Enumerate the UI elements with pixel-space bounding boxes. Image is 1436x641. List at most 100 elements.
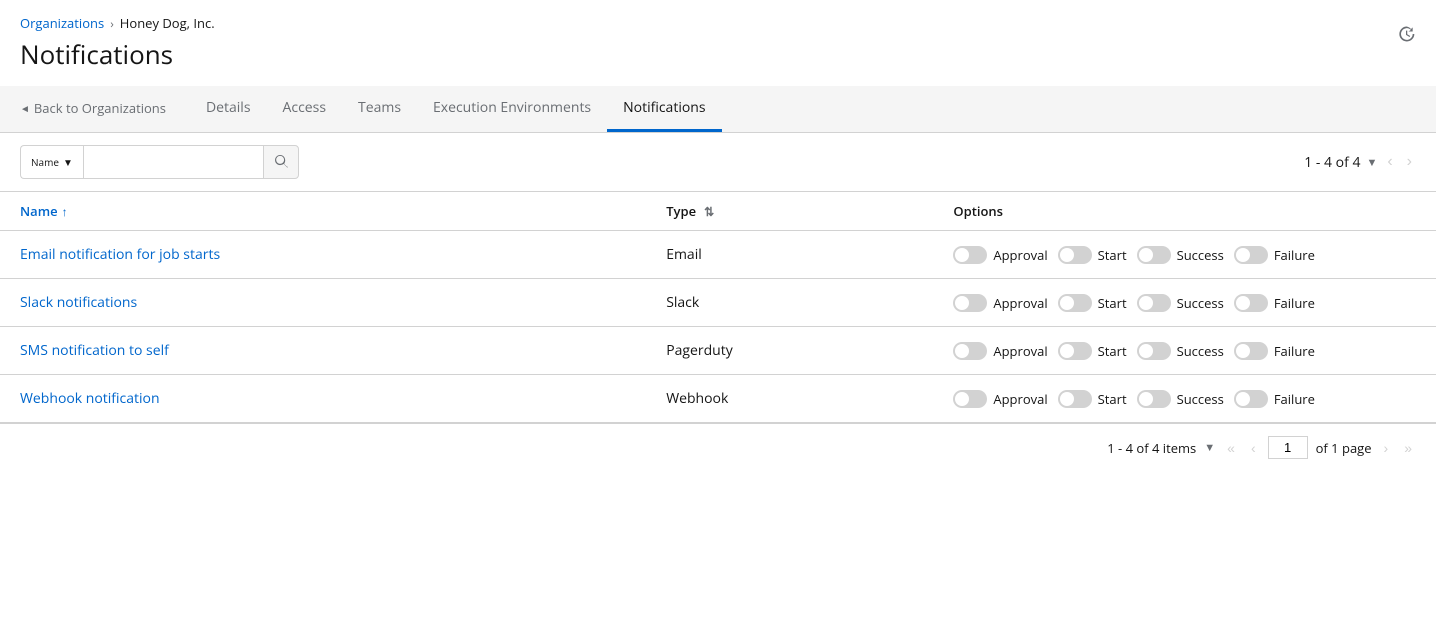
toggle-group-failure: Failure xyxy=(1234,342,1315,360)
footer-page-input[interactable] xyxy=(1268,436,1308,459)
back-to-organizations-link[interactable]: Back to Organizations xyxy=(20,87,182,132)
pagination-dropdown-icon[interactable]: ▼ xyxy=(1366,155,1377,170)
toggle-label-success: Success xyxy=(1177,294,1224,312)
toolbar: Name ▼ 1 - 4 of 4 ▼ ‹ › xyxy=(0,133,1436,191)
toggle-label-approval: Approval xyxy=(993,246,1047,264)
cell-options: Approval Start Success Failure xyxy=(933,279,1436,327)
toggle-label-start: Start xyxy=(1098,390,1127,408)
footer-items-dropdown[interactable]: ▼ xyxy=(1204,440,1215,455)
toggle-failure-row-3[interactable] xyxy=(1234,342,1268,360)
breadcrumb: Organizations › Honey Dog, Inc. xyxy=(0,0,1436,36)
toggle-success-row-4[interactable] xyxy=(1137,390,1171,408)
toggle-group-failure: Failure xyxy=(1234,294,1315,312)
toggle-label-approval: Approval xyxy=(993,294,1047,312)
toggle-group-approval: Approval xyxy=(953,390,1047,408)
search-input[interactable] xyxy=(83,145,263,179)
footer-pagination: 1 - 4 of 4 items ▼ « ‹ of 1 page › » xyxy=(0,423,1436,471)
toggle-group-success: Success xyxy=(1137,294,1224,312)
cell-options: ApprovalStartSuccessFailure xyxy=(933,327,1436,375)
cell-name: Email notification for job starts xyxy=(0,231,646,279)
cell-options: Approval Start Success Failure xyxy=(933,231,1436,279)
cell-name: Slack notifications xyxy=(0,279,646,327)
toggle-label-start: Start xyxy=(1098,246,1127,264)
cell-type: Email xyxy=(646,231,933,279)
table-row: Webhook notification Webhook Approval Start… xyxy=(0,375,1436,423)
footer-of-page-label: of 1 page xyxy=(1316,439,1372,457)
toggle-group-start: Start xyxy=(1058,390,1127,408)
search-button[interactable] xyxy=(263,145,299,179)
cell-options: Approval Start Success Failure xyxy=(933,375,1436,423)
footer-next-page-btn[interactable]: › xyxy=(1380,438,1393,458)
toggle-approval-row-1[interactable] xyxy=(953,246,987,264)
table-row: Slack notificationsSlackApprovalStartSuc… xyxy=(0,279,1436,327)
toggle-success-row-2[interactable] xyxy=(1137,294,1171,312)
col-header-options: Options xyxy=(933,192,1436,231)
toggle-group-start: Start xyxy=(1058,342,1127,360)
toggle-group-success: Success xyxy=(1137,246,1224,264)
content-area: Name ▼ 1 - 4 of 4 ▼ ‹ › Name ↑ xyxy=(0,133,1436,471)
cell-name: Webhook notification xyxy=(0,375,646,423)
toggle-group-failure: Failure xyxy=(1234,390,1315,408)
toggle-success-row-1[interactable] xyxy=(1137,246,1171,264)
cell-type: Pagerduty xyxy=(646,327,933,375)
toggle-start-row-4[interactable] xyxy=(1058,390,1092,408)
toggle-group-start: Start xyxy=(1058,246,1127,264)
col-type-label: Type xyxy=(666,202,696,220)
breadcrumb-current: Honey Dog, Inc. xyxy=(120,14,215,32)
notification-link-2[interactable]: Slack notifications xyxy=(20,293,137,312)
toggle-approval-row-4[interactable] xyxy=(953,390,987,408)
footer-last-page-btn[interactable]: » xyxy=(1400,438,1416,458)
tab-notifications[interactable]: Notifications xyxy=(607,86,721,132)
history-button[interactable] xyxy=(1396,24,1416,49)
sort-asc-icon[interactable]: ↑ xyxy=(62,203,68,220)
footer-first-page-btn[interactable]: « xyxy=(1223,438,1239,458)
toggle-label-success: Success xyxy=(1177,246,1224,264)
toggle-failure-row-1[interactable] xyxy=(1234,246,1268,264)
toggle-start-row-2[interactable] xyxy=(1058,294,1092,312)
notification-link-1[interactable]: Email notification for job starts xyxy=(20,245,220,264)
toggle-group-success: Success xyxy=(1137,390,1224,408)
page-title: Notifications xyxy=(0,36,1436,86)
breadcrumb-separator: › xyxy=(110,15,114,32)
filter-type-label: Name xyxy=(31,155,59,169)
toggle-label-start: Start xyxy=(1098,294,1127,312)
filter-dropdown-icon: ▼ xyxy=(63,155,73,169)
cell-name: SMS notification to self xyxy=(0,327,646,375)
toggle-group-approval: Approval xyxy=(953,342,1047,360)
pagination-top: 1 - 4 of 4 ▼ ‹ › xyxy=(1304,151,1416,173)
toggle-label-approval: Approval xyxy=(993,342,1047,360)
search-icon xyxy=(274,155,288,169)
toggle-group-start: Start xyxy=(1058,294,1127,312)
notification-link-3[interactable]: SMS notification to self xyxy=(20,341,169,360)
toggle-label-failure: Failure xyxy=(1274,342,1315,360)
tab-access[interactable]: Access xyxy=(267,86,342,132)
tab-teams[interactable]: Teams xyxy=(342,86,417,132)
filter-type-select[interactable]: Name ▼ xyxy=(20,145,83,179)
prev-page-button[interactable]: ‹ xyxy=(1383,151,1396,173)
toggle-success-row-3[interactable] xyxy=(1137,342,1171,360)
toggle-start-row-1[interactable] xyxy=(1058,246,1092,264)
toggle-group-approval: Approval xyxy=(953,246,1047,264)
table-row: Email notification for job startsEmailAp… xyxy=(0,231,1436,279)
toggle-approval-row-3[interactable] xyxy=(953,342,987,360)
toggle-failure-row-2[interactable] xyxy=(1234,294,1268,312)
nav-tabs: Back to Organizations Details Access Tea… xyxy=(0,86,1436,133)
col-options-label: Options xyxy=(953,202,1003,220)
toggle-approval-row-2[interactable] xyxy=(953,294,987,312)
type-sort-icon[interactable]: ⇅ xyxy=(704,203,714,220)
cell-type: Webhook xyxy=(646,375,933,423)
notifications-table: Name ↑ Type ⇅ Options Email notification… xyxy=(0,191,1436,423)
filter-group: Name ▼ xyxy=(20,145,299,179)
toggle-label-failure: Failure xyxy=(1274,390,1315,408)
notification-link-4[interactable]: Webhook notification xyxy=(20,389,160,408)
toggle-label-start: Start xyxy=(1098,342,1127,360)
next-page-button[interactable]: › xyxy=(1403,151,1416,173)
tab-execution-environments[interactable]: Execution Environments xyxy=(417,86,607,132)
toggle-failure-row-4[interactable] xyxy=(1234,390,1268,408)
toggle-label-failure: Failure xyxy=(1274,246,1315,264)
toggle-start-row-3[interactable] xyxy=(1058,342,1092,360)
footer-prev-page-btn[interactable]: ‹ xyxy=(1247,438,1260,458)
tab-details[interactable]: Details xyxy=(190,86,267,132)
breadcrumb-org-link[interactable]: Organizations xyxy=(20,14,104,32)
toggle-label-success: Success xyxy=(1177,390,1224,408)
